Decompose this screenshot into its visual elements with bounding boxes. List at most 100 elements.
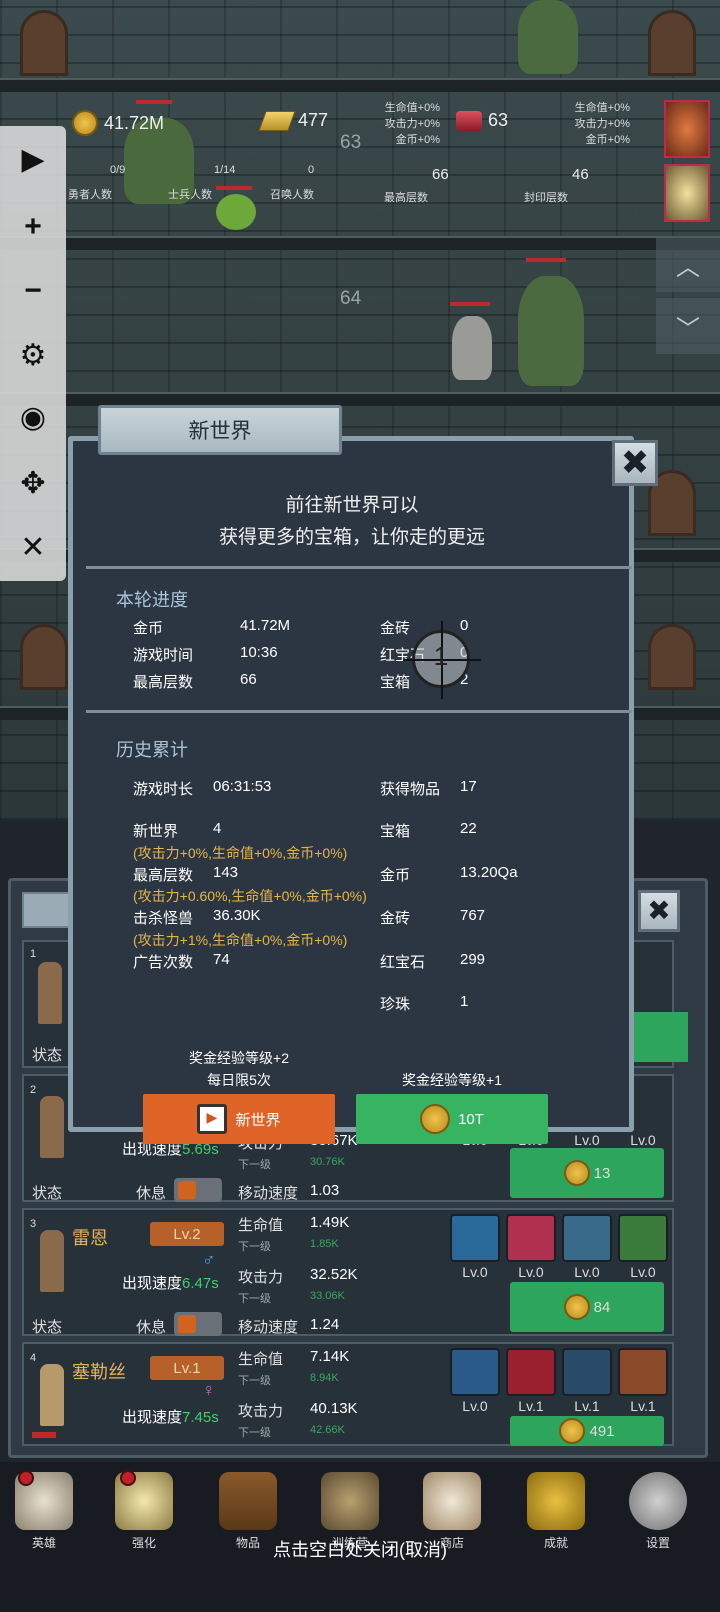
skill-level: Lv.1: [518, 1398, 544, 1414]
bonus-atk: 攻击力+0%: [384, 118, 440, 130]
round-floor-label: 最高层数: [133, 674, 194, 691]
coin-icon: [563, 1160, 590, 1186]
spawn-speed: 出现速度6.47s: [122, 1272, 219, 1293]
spawn-speed-label: 出现速度: [122, 1409, 183, 1426]
history-items-label: 获得物品: [380, 781, 441, 798]
gear-icon[interactable]: ⚙: [14, 336, 52, 374]
maxfloor-bonus-text: (攻击力+0.60%,生命值+0%,金币+0%): [133, 888, 367, 904]
gear-icon: [629, 1472, 687, 1530]
gate-skill-icon[interactable]: [618, 1348, 668, 1396]
status-label: 状态: [32, 1185, 63, 1202]
star-shield-skill-icon[interactable]: [450, 1348, 500, 1396]
history-items-value: 17: [460, 778, 477, 795]
hero-level-badge: Lv.1: [150, 1356, 224, 1380]
dialog-close-button[interactable]: ✖: [612, 440, 658, 486]
chevron-up-icon: ︿: [676, 253, 700, 281]
rest-toggle[interactable]: [174, 1178, 222, 1202]
plus-icon[interactable]: +: [14, 208, 52, 246]
upgrade-button[interactable]: 13: [510, 1148, 664, 1198]
hero-index: 1: [30, 948, 37, 960]
bonus-card-candle[interactable]: [664, 164, 710, 222]
hero-sprite: [40, 1096, 64, 1158]
new-world-gold-button[interactable]: 10T: [356, 1094, 548, 1144]
hero-name: 雷恩: [72, 1228, 108, 1248]
key-icon: [527, 1472, 585, 1530]
hero-name: 塞勒丝: [72, 1362, 126, 1382]
boots-skill-icon[interactable]: [562, 1214, 612, 1262]
notification-dot: [120, 1470, 136, 1486]
kills-bonus-text: (攻击力+1%,生命值+0%,金币+0%): [133, 932, 348, 948]
hero-count-stat: 0/9 勇者人数: [68, 164, 128, 202]
seal-floor-stat: 46 封印层数: [524, 166, 594, 205]
spawn-speed: 出现速度7.45s: [122, 1406, 219, 1427]
lantern-icon: [321, 1472, 379, 1530]
beast-skill-icon[interactable]: [506, 1348, 556, 1396]
hero-sprite: [40, 1364, 64, 1426]
rest-label: 休息: [136, 1185, 167, 1202]
close-hint[interactable]: 点击空白处关闭(取消): [0, 1536, 720, 1562]
bonus-card-apple[interactable]: [664, 100, 710, 158]
hp-value: 7.14K: [310, 1348, 350, 1365]
ogre-monster: [518, 276, 584, 386]
atk-next-value: 33.06K: [310, 1290, 345, 1302]
atk-value: 32.52K: [310, 1266, 358, 1283]
blade-skill-icon[interactable]: [506, 1214, 556, 1262]
cursor-number: 1: [433, 641, 449, 671]
right-bonus-list: 生命值+0% 攻击力+0% 金币+0%: [560, 100, 630, 148]
ruby-icon: [456, 110, 482, 131]
goldbar-value: 477: [298, 110, 329, 130]
history-ads-label: 广告次数: [133, 954, 194, 971]
next-level-label: 下一级: [238, 1375, 271, 1387]
rest-label: 休息: [136, 1319, 167, 1336]
atk-label: 攻击力: [238, 1403, 284, 1420]
close-icon[interactable]: ✕: [14, 528, 52, 566]
history-pearl-value: 1: [460, 993, 469, 1010]
center-bonus-list: 生命值+0% 攻击力+0% 金币+0%: [370, 100, 440, 148]
minus-icon[interactable]: −: [14, 272, 52, 310]
hero-card[interactable]: 4 塞勒丝 Lv.1 ♀ 出现速度7.45s 生命值 7.14K 下一级 8.9…: [22, 1342, 674, 1446]
skill-level: Lv.0: [630, 1264, 656, 1280]
scroll-down-button[interactable]: ﹀: [656, 298, 720, 354]
hero-panel-close-button[interactable]: ✖: [638, 890, 680, 932]
status-label: 状态: [32, 1047, 63, 1064]
max-floor-value: 66: [432, 166, 449, 183]
round-progress-title: 本轮进度: [116, 590, 188, 610]
upgrade-button[interactable]: 84: [510, 1282, 664, 1332]
move-speed-label: 移动速度: [238, 1319, 299, 1336]
dungeon-door: [648, 624, 696, 690]
dialog-intro-line2: 获得更多的宝箱，让你走的更远: [218, 527, 485, 548]
seal-floor-value: 46: [572, 166, 589, 183]
hp-label: 生命值: [238, 1351, 284, 1368]
history-newworld-value: 4: [213, 820, 222, 837]
boots-skill-icon[interactable]: [562, 1348, 612, 1396]
spawn-speed-value: 7.45s: [182, 1409, 219, 1426]
history-kills-value: 36.30K: [213, 907, 261, 924]
move-icon[interactable]: ✥: [14, 464, 52, 502]
coin-icon: [72, 110, 98, 136]
history-ruby-value: 299: [460, 951, 486, 968]
gold-reward-line: 奖金经验等级+1: [402, 1072, 502, 1088]
floating-toolbar: ▶ + − ⚙ ◉ ✥ ✕: [0, 126, 66, 581]
goldbar-stat: 477: [258, 110, 329, 131]
history-ruby-label: 红宝石: [380, 954, 426, 971]
scroll-up-button[interactable]: ︿: [656, 236, 720, 292]
dragon-skill-icon[interactable]: [618, 1214, 668, 1262]
next-level-label: 下一级: [238, 1427, 271, 1439]
hero-card[interactable]: 3 雷恩 Lv.2 ♂ 出现速度6.47s 状态 休息 生命值 1.49K 下一…: [22, 1208, 674, 1336]
coin-icon: [559, 1418, 586, 1444]
play-icon[interactable]: ▶: [14, 140, 52, 178]
coin-icon: [563, 1294, 590, 1320]
sword-skill-icon[interactable]: [450, 1214, 500, 1262]
summon-count-stat: 0 召唤人数: [270, 164, 340, 202]
atk-next-value: 42.66K: [310, 1424, 345, 1436]
rest-toggle[interactable]: [174, 1312, 222, 1336]
hero-sprite: [38, 962, 62, 1024]
upgrade-button[interactable]: 491: [510, 1416, 664, 1446]
history-title: 历史累计: [116, 740, 188, 760]
notification-dot: [18, 1470, 34, 1486]
skill-level: Lv.0: [630, 1132, 656, 1148]
hero-index: 4: [30, 1352, 37, 1364]
skill-level: Lv.0: [574, 1264, 600, 1280]
eye-off-icon[interactable]: ◉: [14, 398, 52, 436]
new-world-ad-button[interactable]: 新世界: [143, 1094, 335, 1144]
